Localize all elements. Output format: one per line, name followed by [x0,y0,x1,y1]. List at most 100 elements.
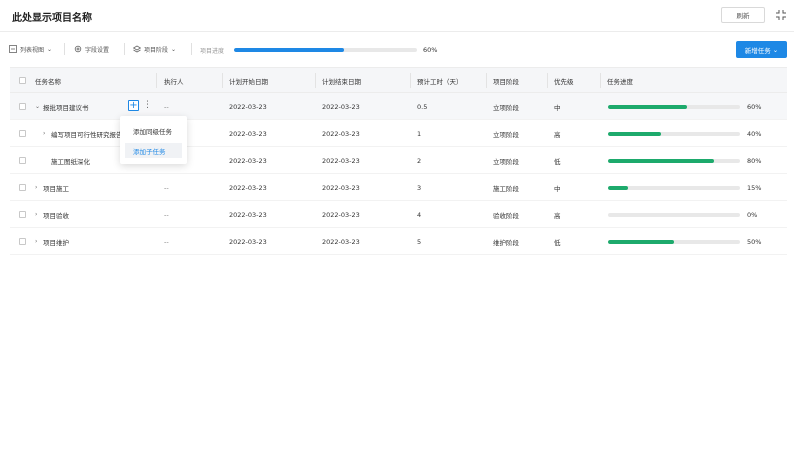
expand-chevron-icon[interactable]: › [35,184,41,191]
page-title: 此处显示项目名称 [12,13,92,24]
layers-icon [133,45,141,53]
chevron-down-icon: ⌄ [47,45,53,53]
project-progress-label: 项目进度 [200,48,225,55]
project-progress-fill [234,47,344,52]
expand-chevron-icon[interactable]: ⌄ [35,103,41,110]
column-divider [222,73,223,88]
select-all-checkbox[interactable] [19,77,26,84]
task-name: 项目维护 [43,238,69,247]
chevron-down-icon: ⌄ [772,45,779,54]
end-date-cell: 2022-03-23 [322,237,360,246]
table-row[interactable]: › 项目验收 -- 2022-03-23 2022-03-23 4 验收阶段 高… [10,201,787,228]
task-progress-bar [608,185,740,190]
task-name-cell[interactable]: › 项目维护 [35,228,69,255]
priority-cell: 中 [554,103,561,112]
end-date-cell: 2022-03-23 [322,129,360,138]
expand-chevron-icon[interactable]: › [35,238,41,245]
end-date-cell: 2022-03-23 [322,210,360,219]
view-dropdown[interactable]: 列表视图 ⌄ [9,43,52,55]
task-name-cell[interactable]: 施工图纸深化 [43,147,90,174]
task-name-cell[interactable]: › 编写项目可行性研究报告 [43,120,123,147]
new-task-label: 新增任务 [744,46,771,55]
hours-cell: 1 [417,129,422,138]
end-date-cell: 2022-03-23 [322,102,360,111]
table-row[interactable]: › 项目施工 -- 2022-03-23 2022-03-23 3 施工阶段 中… [10,174,787,201]
column-divider [547,73,548,88]
priority-cell: 高 [554,211,561,220]
more-vertical-icon[interactable]: ⋮ [143,100,152,112]
stage-dropdown[interactable]: 项目阶段 ⌄ [133,43,176,55]
column-divider [600,73,601,88]
hours-cell: 0.5 [417,102,428,111]
add-sibling-task-item[interactable]: 添加同级任务 [125,123,182,138]
row-action-menu: 添加同级任务 添加子任务 [120,116,187,164]
task-name: 项目施工 [43,184,69,193]
field-settings-label: 字段设置 [85,46,110,54]
row-checkbox[interactable] [19,157,26,164]
table-header: 任务名称 执行人 计划开始日期 计划结束日期 预计工时（天） 项目阶段 优先级 … [10,67,787,93]
task-progress-bar [608,131,740,136]
start-date-cell: 2022-03-23 [229,102,267,111]
row-checkbox[interactable] [19,238,26,245]
expand-chevron-icon[interactable]: › [35,211,41,218]
column-divider [410,73,411,88]
stage-cell: 验收阶段 [493,211,519,220]
task-progress-fill [608,158,714,163]
row-checkbox[interactable] [19,130,26,137]
column-header[interactable]: 任务进度 [607,68,633,93]
task-progress-value: 40% [747,129,762,138]
end-date-cell: 2022-03-23 [322,156,360,165]
column-header[interactable]: 任务名称 [35,68,61,93]
task-progress-fill [608,131,661,136]
task-progress-bar [608,104,740,109]
task-progress-value: 50% [747,237,762,246]
toolbar-divider [124,43,125,55]
row-checkbox[interactable] [19,211,26,218]
row-checkbox[interactable] [19,184,26,191]
column-header[interactable]: 优先级 [554,68,574,93]
column-header[interactable]: 预计工时（天） [417,68,463,93]
toolbar-divider [191,43,192,55]
project-progress-value: 60% [423,45,438,54]
task-name-cell[interactable]: › 项目验收 [35,201,69,228]
task-progress-value: 15% [747,183,762,192]
hours-cell: 3 [417,183,422,192]
stage-dropdown-label: 项目阶段 [144,46,169,54]
expand-chevron-icon[interactable]: › [43,130,49,137]
add-task-icon[interactable]: + [128,100,139,111]
field-settings-button[interactable]: 字段设置 [74,43,109,55]
priority-cell: 高 [554,130,561,139]
task-name-cell[interactable]: › 项目施工 [35,174,69,201]
project-progress-bar [234,47,417,52]
task-progress-value: 0% [747,210,758,219]
task-progress-bar [608,158,740,163]
page-header: 此处显示项目名称 刷新 [0,0,794,32]
start-date-cell: 2022-03-23 [229,129,267,138]
row-checkbox[interactable] [19,103,26,110]
add-subtask-item[interactable]: 添加子任务 [125,143,182,158]
end-date-cell: 2022-03-23 [322,183,360,192]
task-progress-fill [608,104,688,109]
start-date-cell: 2022-03-23 [229,183,267,192]
task-progress-fill [608,239,674,244]
view-dropdown-label: 列表视图 [20,46,45,54]
column-header[interactable]: 执行人 [164,68,184,93]
start-date-cell: 2022-03-23 [229,210,267,219]
priority-cell: 低 [554,157,561,166]
fullscreen-exit-icon[interactable] [775,9,787,21]
stage-cell: 维护阶段 [493,238,519,247]
new-task-button[interactable]: 新增任务 ⌄ [736,41,787,58]
toolbar-divider [64,43,65,55]
task-progress-bar [608,212,740,217]
column-header[interactable]: 计划开始日期 [229,68,268,93]
assignee-cell: -- [164,183,169,192]
stage-cell: 立项阶段 [493,157,519,166]
refresh-button[interactable]: 刷新 [721,7,765,23]
stage-cell: 立项阶段 [493,103,519,112]
table-row[interactable]: › 项目维护 -- 2022-03-23 2022-03-23 5 维护阶段 低… [10,228,787,255]
column-header[interactable]: 计划结束日期 [322,68,361,93]
task-name: 施工图纸深化 [51,157,90,166]
task-name-cell[interactable]: ⌄ 报批项目建议书 [35,93,89,120]
stage-cell: 立项阶段 [493,130,519,139]
column-header[interactable]: 项目阶段 [493,68,519,93]
